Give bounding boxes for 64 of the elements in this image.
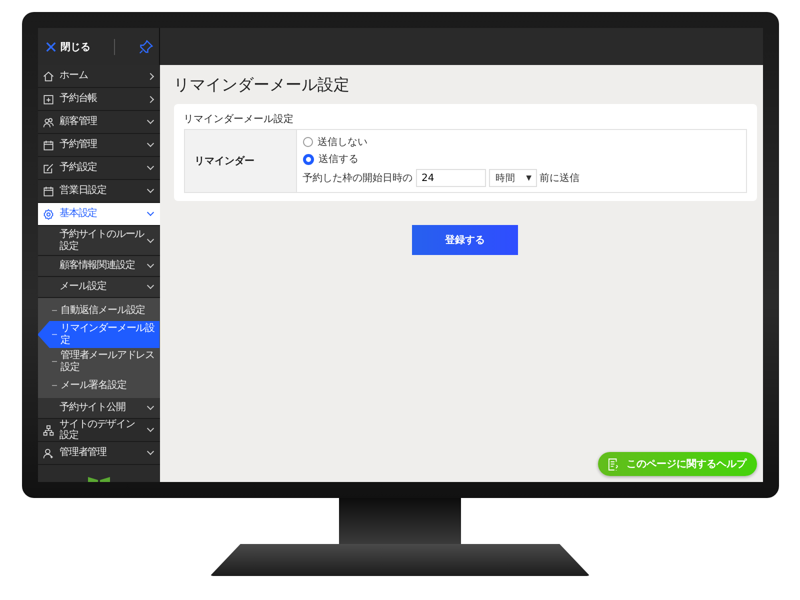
submenu-link-label: 自動返信メール設定 [60,304,146,316]
help-document-icon [608,458,618,470]
sidebar-item[interactable]: 予約設定 [38,157,160,180]
timing-prefix: 予約した枠の開始日時の [302,172,412,185]
dash-icon [52,310,56,311]
submenu-item-label: 顧客情報関連設定 [60,260,136,272]
radio-option[interactable]: 送信しない [302,135,740,149]
edit-icon [42,162,54,174]
radio-label: 送信する [318,153,358,166]
hours-input-field[interactable]: 24 [416,169,486,187]
submenu-item[interactable]: 予約サイトのルール設定 [38,226,160,256]
close-button[interactable]: 閉じる [46,40,90,54]
sidebar-item-label: 予約管理 [60,139,98,151]
sidebar-item[interactable]: ホーム [38,65,160,88]
logo-icon [86,476,110,482]
radio-button[interactable] [302,154,314,164]
submenu-link-label: メール署名設定 [60,380,128,392]
submenu-link-label: 管理者メールアドレス設定 [60,350,156,373]
row-label: リマインダー [184,130,296,192]
submenu-link[interactable]: 管理者メールアドレス設定 [38,348,160,375]
sidebar-item-label: 予約設定 [60,162,98,174]
sidebar-item-label: 営業日設定 [60,185,108,197]
sidebar-item-label: 管理者管理 [60,447,108,459]
close-label: 閉じる [60,40,90,54]
submenu-link-label: リマインダーメール設定 [60,323,156,346]
radio-option[interactable]: 送信する [302,152,740,166]
sidebar-item-label: 顧客管理 [60,116,98,128]
radio-label: 送信しない [318,136,368,149]
submit-button[interactable]: 登録する [412,225,518,255]
dash-icon [52,361,56,362]
sidebar-item[interactable]: 基本設定 [38,203,160,226]
ledger-icon [42,94,54,104]
sidebar-item-label: 予約台帳 [60,93,98,105]
radio-button[interactable] [302,137,312,147]
submenu-item[interactable]: 予約サイト公開 [38,398,160,419]
pin-icon[interactable] [138,40,152,54]
gear-icon [42,208,54,220]
sidebar-item[interactable]: 予約管理 [38,134,160,157]
people-icon [42,116,54,128]
submenu-link[interactable]: メール署名設定 [38,375,160,396]
timing-suffix: 前に送信 [540,172,580,185]
submenu-link[interactable]: リマインダーメール設定 [38,321,160,348]
sidebar-item[interactable]: サイトのデザイン設定 [38,419,160,442]
sitemap-icon [42,424,54,436]
sidebar-item[interactable]: 予約台帳 [38,88,160,111]
sidebar-item-label: 基本設定 [60,208,98,220]
submenu-link[interactable]: 自動返信メール設定 [38,300,160,321]
submenu-item-label: 予約サイトのルール設定 [60,229,146,252]
home-icon [42,70,54,82]
page-title: リマインダーメール設定 [174,75,350,96]
person-icon [42,448,54,458]
sidebar-item-label: サイトのデザイン設定 [60,418,136,442]
submenu-item-label: 予約サイト公開 [60,402,126,414]
section-title: リマインダーメール設定 [184,112,294,126]
submenu-item-label: メール設定 [60,281,108,293]
calendar-icon [42,140,54,150]
calendar-icon [42,186,54,196]
sidebar-item[interactable]: 顧客管理 [38,111,160,134]
submenu-item[interactable]: 顧客情報関連設定 [38,256,160,277]
dash-icon [52,334,56,335]
close-icon [46,42,56,52]
dash-icon [52,385,56,386]
sidebar-item-label: ホーム [60,70,89,82]
sidebar-item[interactable]: 管理者管理 [38,442,160,465]
